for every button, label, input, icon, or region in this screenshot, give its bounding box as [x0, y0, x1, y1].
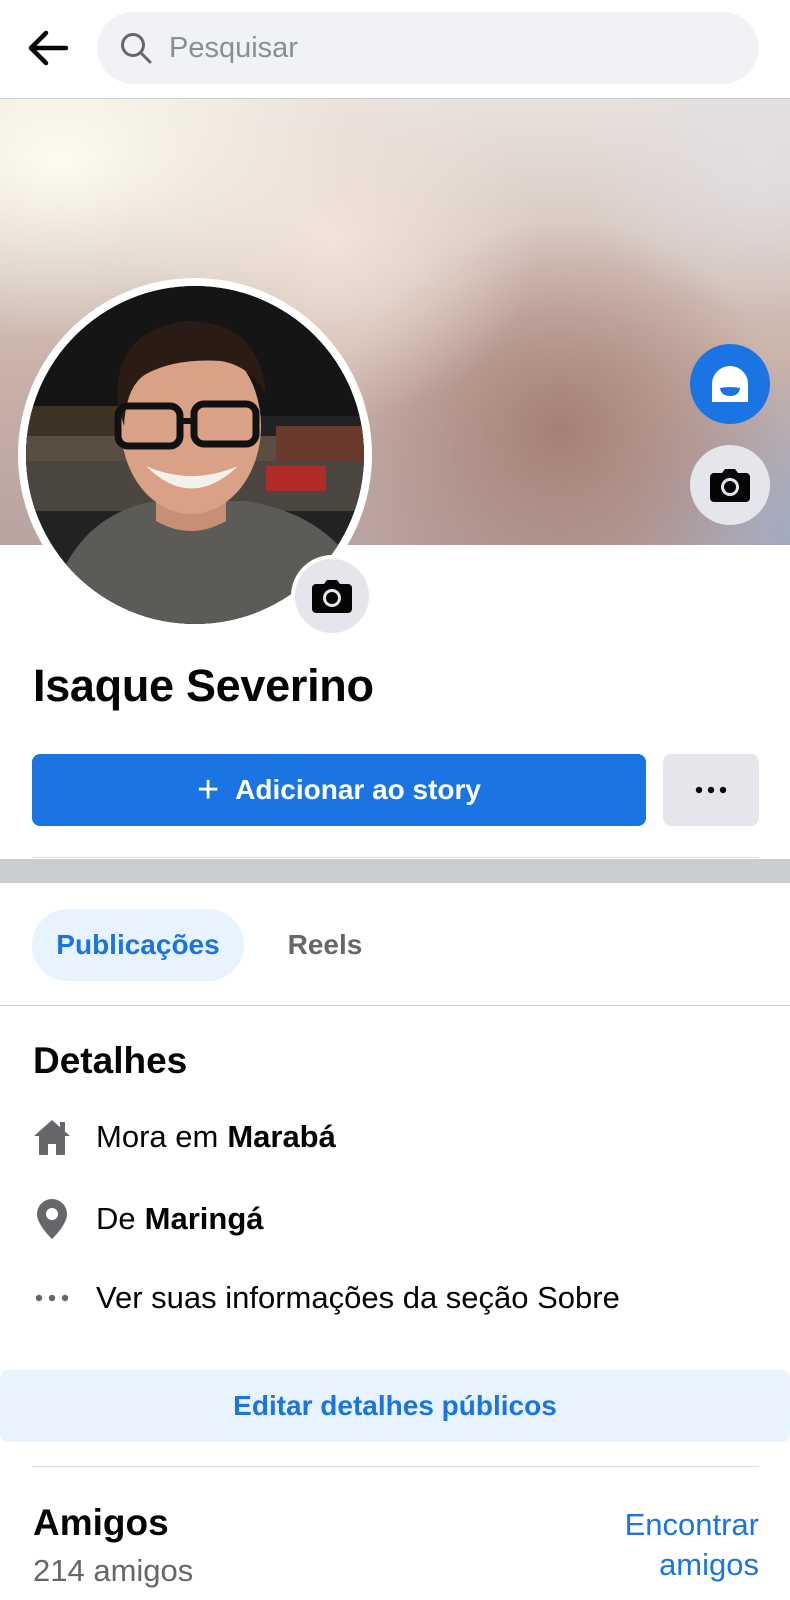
details-title: Detalhes — [33, 1040, 188, 1081]
location-pin-icon — [30, 1197, 74, 1241]
search-input[interactable] — [169, 31, 729, 65]
lives-prefix: Mora em — [96, 1119, 219, 1154]
tab-reels[interactable]: Reels — [270, 909, 380, 981]
detail-from: De Maringá — [30, 1197, 264, 1241]
about-link-text: Ver suas informações da seção Sobre — [96, 1280, 620, 1315]
home-icon — [30, 1115, 74, 1159]
search-bar[interactable] — [97, 12, 759, 84]
about-link[interactable]: Ver suas informações da seção Sobre — [30, 1276, 620, 1320]
camera-icon — [312, 580, 352, 613]
add-story-button[interactable]: + Adicionar ao story — [32, 754, 646, 826]
find-friends-link[interactable]: Encontrar amigos — [579, 1505, 759, 1585]
friends-count: 214 amigos — [33, 1553, 194, 1588]
from-prefix: De — [96, 1201, 136, 1236]
more-options-button[interactable] — [663, 754, 759, 826]
tab-publicacoes[interactable]: Publicações — [32, 909, 244, 981]
profile-camera-button[interactable] — [291, 555, 373, 637]
divider — [32, 857, 759, 858]
edit-public-details-button[interactable]: Editar detalhes públicos — [0, 1370, 790, 1442]
back-button[interactable] — [22, 22, 74, 74]
avatar-button[interactable] — [690, 344, 770, 424]
lives-city: Marabá — [227, 1119, 336, 1154]
tabs-divider — [0, 1005, 790, 1006]
from-city: Maringá — [144, 1201, 264, 1236]
find-friends-line-2: amigos — [659, 1547, 759, 1582]
profile-name: Isaque Severino — [33, 660, 374, 711]
search-icon — [119, 30, 155, 66]
friends-title: Amigos — [33, 1502, 169, 1543]
dots-icon — [30, 1276, 74, 1320]
divider — [32, 1466, 759, 1467]
add-story-label: Adicionar ao story — [235, 774, 482, 805]
back-arrow-icon — [28, 30, 69, 66]
find-friends-line-1: Encontrar — [624, 1507, 759, 1542]
detail-lives-in: Mora em Marabá — [30, 1115, 336, 1159]
more-dots-icon — [695, 786, 727, 794]
plus-icon: + — [196, 769, 220, 811]
section-divider — [0, 859, 790, 883]
avatar-icon — [712, 366, 748, 402]
cover-camera-button[interactable] — [690, 445, 770, 525]
camera-icon — [710, 469, 750, 502]
